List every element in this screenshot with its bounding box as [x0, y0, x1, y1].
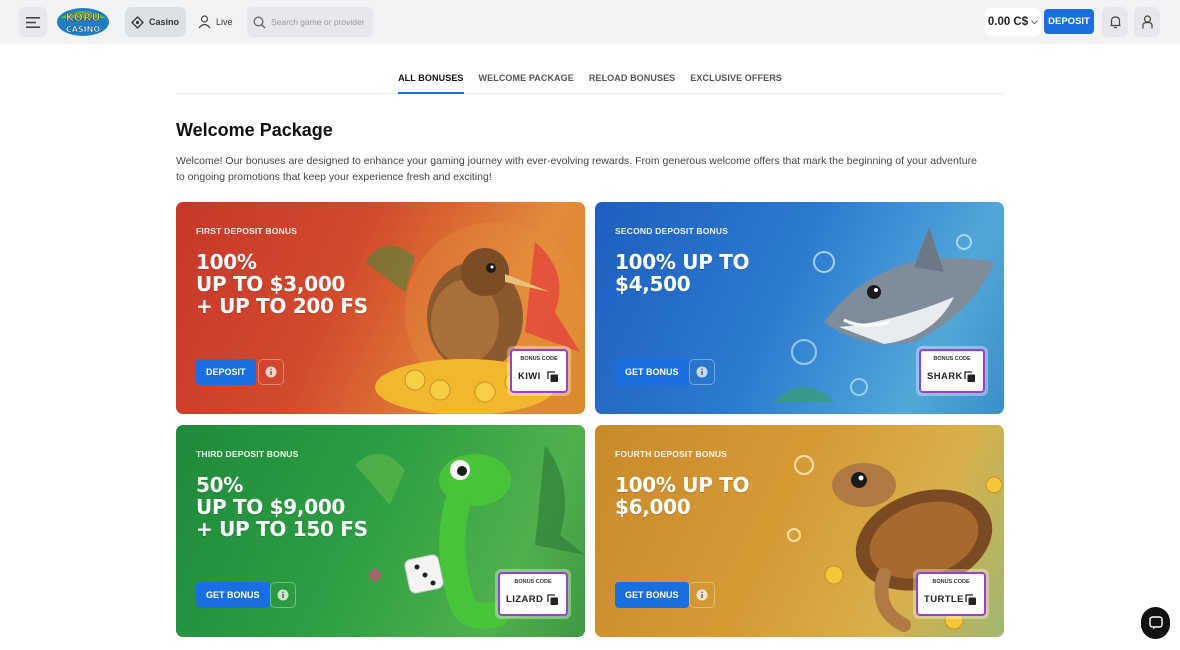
bonus-card-third-deposit: THIRD DEPOSIT BONUS 50% UP TO $9,000 + U… — [176, 425, 585, 637]
headline-line: 100% — [196, 250, 257, 274]
info-icon — [696, 366, 708, 378]
headline-line: UP TO $3,000 — [196, 272, 346, 296]
intro-text: Welcome! Our bonuses are designed to enh… — [176, 155, 977, 183]
nav-casino-label: Casino — [149, 17, 180, 27]
balance-selector[interactable]: 0.00 C$ — [985, 8, 1041, 36]
info-icon — [277, 589, 289, 601]
nav-casino[interactable]: Casino — [125, 7, 186, 37]
nav-live-label: Live — [216, 17, 233, 27]
info-button[interactable] — [270, 582, 296, 608]
bonus-code-box[interactable]: BONUS CODE LIZARD — [495, 569, 571, 619]
svg-text:CASINO: CASINO — [66, 25, 100, 34]
deposit-button[interactable]: DEPOSIT — [196, 359, 256, 385]
card-headline: 100% UP TO $4,500 — [615, 250, 750, 296]
live-dealer-icon — [198, 15, 211, 29]
bonus-code-box[interactable]: BONUS CODE KIWI — [507, 346, 571, 396]
menu-button[interactable] — [19, 7, 47, 37]
tab-all-bonuses[interactable]: ALL BONUSES — [398, 66, 464, 94]
user-icon — [1141, 15, 1153, 29]
headline-line: $4,500 — [615, 272, 691, 296]
bonus-code-value: KIWI — [518, 371, 541, 382]
info-button[interactable] — [258, 359, 284, 385]
bonus-code-label: BONUS CODE — [520, 356, 558, 362]
search-icon — [253, 16, 266, 28]
card-headline: 100% UP TO $3,000 + UP TO 200 FS — [196, 251, 368, 317]
copy-icon[interactable] — [547, 594, 559, 606]
casino-chip-icon — [131, 15, 144, 29]
top-header: KORU CASINO Casino Live 0.00 C$ DEPOSIT — [0, 0, 1180, 44]
bonus-card-first-deposit: FIRST DEPOSIT BONUS 100% UP TO $3,000 + … — [176, 202, 585, 414]
card-kicker: THIRD DEPOSIT BONUS — [196, 449, 299, 459]
koru-casino-logo[interactable]: KORU CASINO — [56, 6, 110, 37]
get-bonus-button[interactable]: GET BONUS — [196, 582, 270, 608]
bonus-tabs: ALL BONUSES WELCOME PACKAGE RELOAD BONUS… — [176, 66, 1004, 94]
headline-line: 50% — [196, 473, 243, 497]
chat-icon — [1148, 616, 1163, 630]
bell-icon — [1110, 16, 1120, 29]
headline-line: 100% UP TO — [615, 473, 750, 497]
bonus-card-fourth-deposit: FOURTH DEPOSIT BONUS 100% UP TO $6,000 G… — [595, 425, 1004, 637]
card-headline: 50% UP TO $9,000 + UP TO 150 FS — [196, 474, 368, 540]
account-button[interactable] — [1134, 7, 1160, 37]
bonus-code-label: BONUS CODE — [933, 356, 971, 362]
svg-text:KORU: KORU — [66, 11, 101, 24]
header-deposit-button[interactable]: DEPOSIT — [1044, 9, 1094, 34]
chevron-down-icon — [1031, 19, 1039, 25]
nav-live[interactable]: Live — [194, 7, 240, 37]
bonus-code-label: BONUS CODE — [514, 579, 552, 585]
headline-line: 100% UP TO — [615, 250, 750, 274]
live-chat-button[interactable] — [1141, 607, 1170, 639]
tab-welcome-package[interactable]: WELCOME PACKAGE — [479, 66, 574, 94]
info-icon — [265, 366, 277, 378]
headline-line: $6,000 — [615, 495, 691, 519]
info-icon — [696, 589, 708, 601]
bonus-code-label: BONUS CODE — [932, 579, 970, 585]
card-kicker: FOURTH DEPOSIT BONUS — [615, 449, 728, 459]
card-kicker: FIRST DEPOSIT BONUS — [196, 226, 298, 236]
copy-icon[interactable] — [964, 371, 976, 383]
tab-reload-bonuses[interactable]: RELOAD BONUSES — [589, 66, 675, 94]
bonus-code-value: SHARK — [927, 371, 963, 382]
info-button[interactable] — [689, 582, 715, 608]
bonus-card-second-deposit: SECOND DEPOSIT BONUS 100% UP TO $4,500 G… — [595, 202, 1004, 414]
copy-icon[interactable] — [965, 594, 977, 606]
notifications-button[interactable] — [1102, 7, 1128, 37]
card-kicker: SECOND DEPOSIT BONUS — [615, 226, 729, 236]
get-bonus-button[interactable]: GET BONUS — [615, 582, 689, 608]
headline-line: UP TO $9,000 — [196, 495, 346, 519]
bonus-code-box[interactable]: BONUS CODE SHARK — [916, 346, 988, 396]
bonus-code-value: TURTLE — [924, 594, 964, 605]
get-bonus-button[interactable]: GET BONUS — [615, 359, 689, 385]
search-bar[interactable] — [247, 7, 373, 37]
card-headline: 100% UP TO $6,000 — [615, 473, 750, 519]
headline-line: + UP TO 200 FS — [196, 294, 368, 318]
info-button[interactable] — [689, 359, 715, 385]
copy-icon[interactable] — [547, 371, 559, 383]
hamburger-icon — [26, 16, 40, 28]
page-title: Welcome Package — [176, 120, 333, 140]
search-input[interactable] — [271, 17, 367, 27]
headline-line: + UP TO 150 FS — [196, 517, 368, 541]
tab-exclusive-offers[interactable]: EXCLUSIVE OFFERS — [690, 66, 782, 94]
bonus-code-box[interactable]: BONUS CODE TURTLE — [913, 569, 989, 619]
bonus-code-value: LIZARD — [506, 594, 544, 605]
balance-amount: 0.00 C$ — [987, 16, 1029, 28]
